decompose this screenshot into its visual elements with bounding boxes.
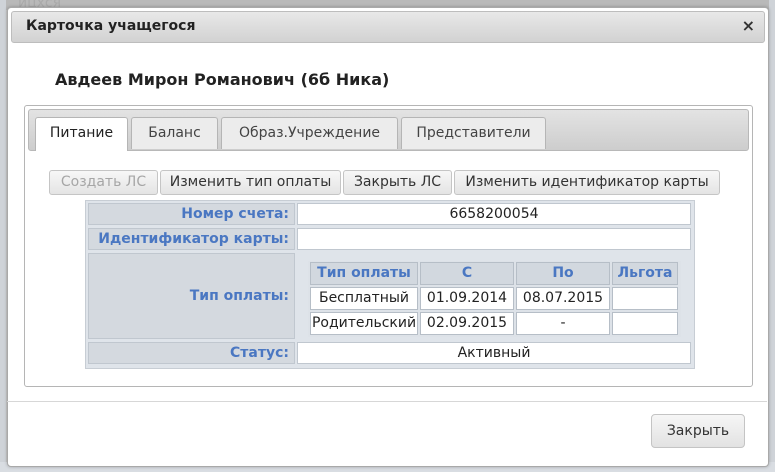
card-id-value [297, 228, 691, 250]
payment-type-label: Тип оплаты: [88, 253, 295, 339]
account-number-value: 6658200054 [297, 203, 691, 225]
header-payment-type: Тип оплаты [310, 262, 418, 285]
tab-bar: Питание Баланс Образ.Учреждение Представ… [28, 109, 749, 151]
close-button[interactable]: Закрыть [651, 414, 745, 448]
tab-representatives[interactable]: Представители [401, 117, 546, 149]
table-cell: - [516, 312, 610, 335]
background-left-edge [0, 0, 6, 472]
account-number-label: Номер счета: [88, 203, 295, 225]
table-cell [612, 312, 678, 335]
table-cell: 08.07.2015 [516, 287, 610, 310]
change-card-id-button[interactable]: Изменить идентификатор карты [454, 170, 720, 195]
payment-type-table: Тип оплаты С По Льгота Бесплатный 01.09.… [308, 261, 681, 337]
table-cell [612, 287, 678, 310]
header-benefit: Льгота [612, 262, 678, 285]
background-right-edge [769, 0, 775, 472]
dialog-titlebar[interactable]: Карточка учащегося × [11, 11, 765, 43]
header-from: С [420, 262, 514, 285]
tab-balance[interactable]: Баланс [131, 117, 218, 149]
tab-nutrition[interactable]: Питание [35, 117, 128, 151]
card-id-label: Идентификатор карты: [88, 228, 295, 250]
dialog-title: Карточка учащегося [26, 18, 196, 34]
tab-institution[interactable]: Образ.Учреждение [221, 117, 398, 149]
close-icon[interactable]: × [742, 16, 755, 35]
status-value: Активный [297, 342, 691, 364]
status-label: Статус: [88, 342, 295, 364]
close-account-button[interactable]: Закрыть ЛС [343, 170, 452, 195]
table-cell: Родительский [310, 312, 418, 335]
table-cell: Бесплатный [310, 287, 418, 310]
change-payment-type-button[interactable]: Изменить тип оплаты [160, 170, 341, 195]
create-account-button[interactable]: Создать ЛС [49, 170, 158, 195]
table-cell: 02.09.2015 [420, 312, 514, 335]
footer-separator [7, 401, 767, 402]
table-cell: 01.09.2014 [420, 287, 514, 310]
student-name: Авдеев Мирон Романович (6б Ника) [55, 70, 390, 89]
header-to: По [516, 262, 610, 285]
